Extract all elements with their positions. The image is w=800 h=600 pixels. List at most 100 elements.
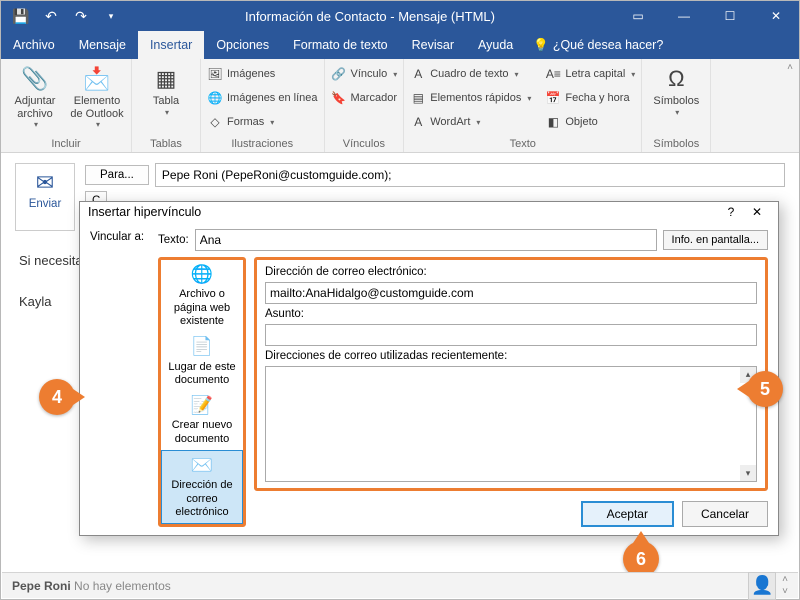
quick-access-toolbar: 💾 ↶ ↷ ▾ bbox=[1, 2, 125, 30]
tab-ayuda[interactable]: Ayuda bbox=[466, 31, 525, 59]
title-bar: 💾 ↶ ↷ ▾ Información de Contacto - Mensaj… bbox=[1, 1, 799, 31]
link-icon: 🔗 bbox=[331, 66, 347, 82]
shapes-button[interactable]: ◇Formas▾ bbox=[207, 111, 318, 133]
symbols-button[interactable]: Ω Símbolos▾ bbox=[648, 63, 704, 117]
online-image-icon: 🌐 bbox=[207, 90, 223, 106]
group-incluir-label: Incluir bbox=[7, 137, 125, 150]
group-vinculos-label: Vínculos bbox=[331, 137, 398, 150]
redo-icon[interactable]: ↷ bbox=[67, 2, 95, 30]
undo-icon[interactable]: ↶ bbox=[37, 2, 65, 30]
dialog-titlebar: Insertar hipervínculo ? ✕ bbox=[80, 202, 778, 223]
ribbon: 📎 Adjuntar archivo▾ 📩 Elemento de Outloo… bbox=[1, 59, 799, 153]
group-simbolos: Ω Símbolos▾ Símbolos bbox=[642, 59, 711, 152]
screen-tip-button[interactable]: Info. en pantalla... bbox=[663, 230, 768, 250]
people-pane-down-icon[interactable]: ˅ bbox=[782, 587, 788, 597]
dropcap-icon: A≡ bbox=[545, 66, 561, 82]
maximize-icon[interactable]: ☐ bbox=[707, 1, 753, 31]
link-button[interactable]: 🔗Vínculo▾ bbox=[331, 63, 398, 85]
online-images-label: Imágenes en línea bbox=[227, 92, 318, 104]
textbox-icon: A bbox=[410, 66, 426, 82]
images-label: Imágenes bbox=[227, 68, 275, 80]
new-document-icon: 📝 bbox=[191, 395, 213, 417]
object-button[interactable]: ◧ Objeto bbox=[545, 111, 635, 133]
recent-emails-list[interactable]: ▴ ▾ bbox=[265, 366, 757, 482]
email-address-input[interactable] bbox=[265, 282, 757, 304]
outlook-item-label: Elemento de Outlook bbox=[69, 95, 125, 120]
link-to-new-doc[interactable]: 📝Crear nuevo documento bbox=[161, 391, 243, 450]
outlook-item-button[interactable]: 📩 Elemento de Outlook▾ bbox=[69, 63, 125, 129]
attach-file-button[interactable]: 📎 Adjuntar archivo▾ bbox=[7, 63, 63, 129]
tell-me-search[interactable]: 💡 ¿Qué desea hacer? bbox=[533, 31, 663, 59]
omega-icon: Ω bbox=[660, 63, 692, 95]
minimize-icon[interactable]: — bbox=[661, 1, 707, 31]
avatar-icon[interactable]: 👤 bbox=[748, 572, 776, 600]
tab-revisar[interactable]: Revisar bbox=[400, 31, 466, 59]
status-name: Pepe Roni bbox=[12, 579, 71, 593]
recent-emails-label: Direcciones de correo utilizadas recient… bbox=[265, 350, 757, 362]
table-button[interactable]: ▦ Tabla▾ bbox=[138, 63, 194, 117]
dialog-title: Insertar hipervínculo bbox=[88, 205, 718, 219]
object-icon: ◧ bbox=[545, 114, 561, 130]
lt4-label: Dirección de correo electrónico bbox=[164, 479, 240, 519]
group-simbolos-label: Símbolos bbox=[648, 137, 704, 150]
tab-formato[interactable]: Formato de texto bbox=[281, 31, 400, 59]
group-tablas-label: Tablas bbox=[138, 137, 194, 150]
quickparts-label: Elementos rápidos bbox=[430, 92, 521, 104]
text-display-label: Texto: bbox=[158, 234, 189, 246]
dialog-close-icon[interactable]: ✕ bbox=[744, 205, 770, 219]
qat-more-icon[interactable]: ▾ bbox=[97, 2, 125, 30]
tab-mensaje[interactable]: Mensaje bbox=[67, 31, 138, 59]
text-display-input[interactable] bbox=[195, 229, 657, 251]
lt1-label: Archivo o página web existente bbox=[163, 288, 241, 328]
link-to-panel: 🌐Archivo o página web existente 📄Lugar d… bbox=[158, 257, 246, 527]
quickparts-icon: ▤ bbox=[410, 90, 426, 106]
ribbon-options-icon[interactable]: ▭ bbox=[615, 1, 661, 31]
image-icon: 🖼 bbox=[207, 66, 223, 82]
group-texto: ACuadro de texto▾ ▤Elementos rápidos▾ AW… bbox=[404, 59, 642, 152]
table-icon: ▦ bbox=[150, 63, 182, 95]
email-section: Dirección de correo electrónico: Asunto:… bbox=[254, 257, 768, 491]
send-label: Enviar bbox=[18, 198, 72, 210]
object-label: Objeto bbox=[565, 116, 597, 128]
online-images-button[interactable]: 🌐 Imágenes en línea bbox=[207, 87, 318, 109]
send-button[interactable]: ✉ Enviar bbox=[15, 163, 75, 231]
bookmark-button[interactable]: 🔖Marcador bbox=[331, 87, 398, 109]
send-icon: ✉ bbox=[18, 170, 72, 196]
tell-me-label: ¿Qué desea hacer? bbox=[553, 38, 664, 52]
collapse-ribbon-icon[interactable]: ˄ bbox=[787, 63, 793, 73]
textbox-button[interactable]: ACuadro de texto▾ bbox=[410, 63, 531, 85]
to-button[interactable]: Para... bbox=[85, 165, 149, 185]
images-button[interactable]: 🖼 Imágenes bbox=[207, 63, 318, 85]
people-pane-up-icon[interactable]: ˄ bbox=[782, 575, 788, 585]
tab-opciones[interactable]: Opciones bbox=[204, 31, 281, 59]
group-vinculos: 🔗Vínculo▾ 🔖Marcador Vínculos bbox=[325, 59, 405, 152]
email-address-label: Dirección de correo electrónico: bbox=[265, 266, 757, 278]
group-ilustraciones: 🖼 Imágenes 🌐 Imágenes en línea ◇Formas▾ Il… bbox=[201, 59, 325, 152]
ok-button[interactable]: Aceptar bbox=[581, 501, 674, 527]
dropcap-button[interactable]: A≡Letra capital▾ bbox=[545, 63, 635, 85]
link-to-existing-file[interactable]: 🌐Archivo o página web existente bbox=[161, 260, 243, 332]
lightbulb-icon: 💡 bbox=[533, 38, 549, 53]
scroll-down-icon[interactable]: ▾ bbox=[740, 465, 756, 481]
to-field[interactable] bbox=[155, 163, 785, 187]
datetime-button[interactable]: 📅Fecha y hora bbox=[545, 87, 635, 109]
link-label: Vínculo bbox=[351, 68, 388, 80]
quickparts-button[interactable]: ▤Elementos rápidos▾ bbox=[410, 87, 531, 109]
tab-insertar[interactable]: Insertar bbox=[138, 31, 204, 59]
save-icon[interactable]: 💾 bbox=[7, 2, 35, 30]
link-to-header: Vincular a: bbox=[90, 229, 150, 527]
tab-archivo[interactable]: Archivo bbox=[1, 31, 67, 59]
shapes-icon: ◇ bbox=[207, 114, 223, 130]
cancel-button[interactable]: Cancelar bbox=[682, 501, 768, 527]
window-controls: ▭ — ☐ ✕ bbox=[615, 1, 799, 31]
link-to-place-in-doc[interactable]: 📄Lugar de este documento bbox=[161, 332, 243, 391]
lt2-label: Lugar de este documento bbox=[163, 361, 241, 387]
group-ilustraciones-label: Ilustraciones bbox=[207, 137, 318, 150]
subject-line-input[interactable] bbox=[265, 324, 757, 346]
dropcap-label: Letra capital bbox=[565, 68, 625, 80]
wordart-button[interactable]: AWordArt▾ bbox=[410, 111, 531, 133]
bookmark-icon: 🔖 bbox=[331, 90, 347, 106]
close-icon[interactable]: ✕ bbox=[753, 1, 799, 31]
dialog-help-icon[interactable]: ? bbox=[718, 205, 744, 219]
link-to-email[interactable]: ✉️Dirección de correo electrónico bbox=[161, 450, 243, 524]
